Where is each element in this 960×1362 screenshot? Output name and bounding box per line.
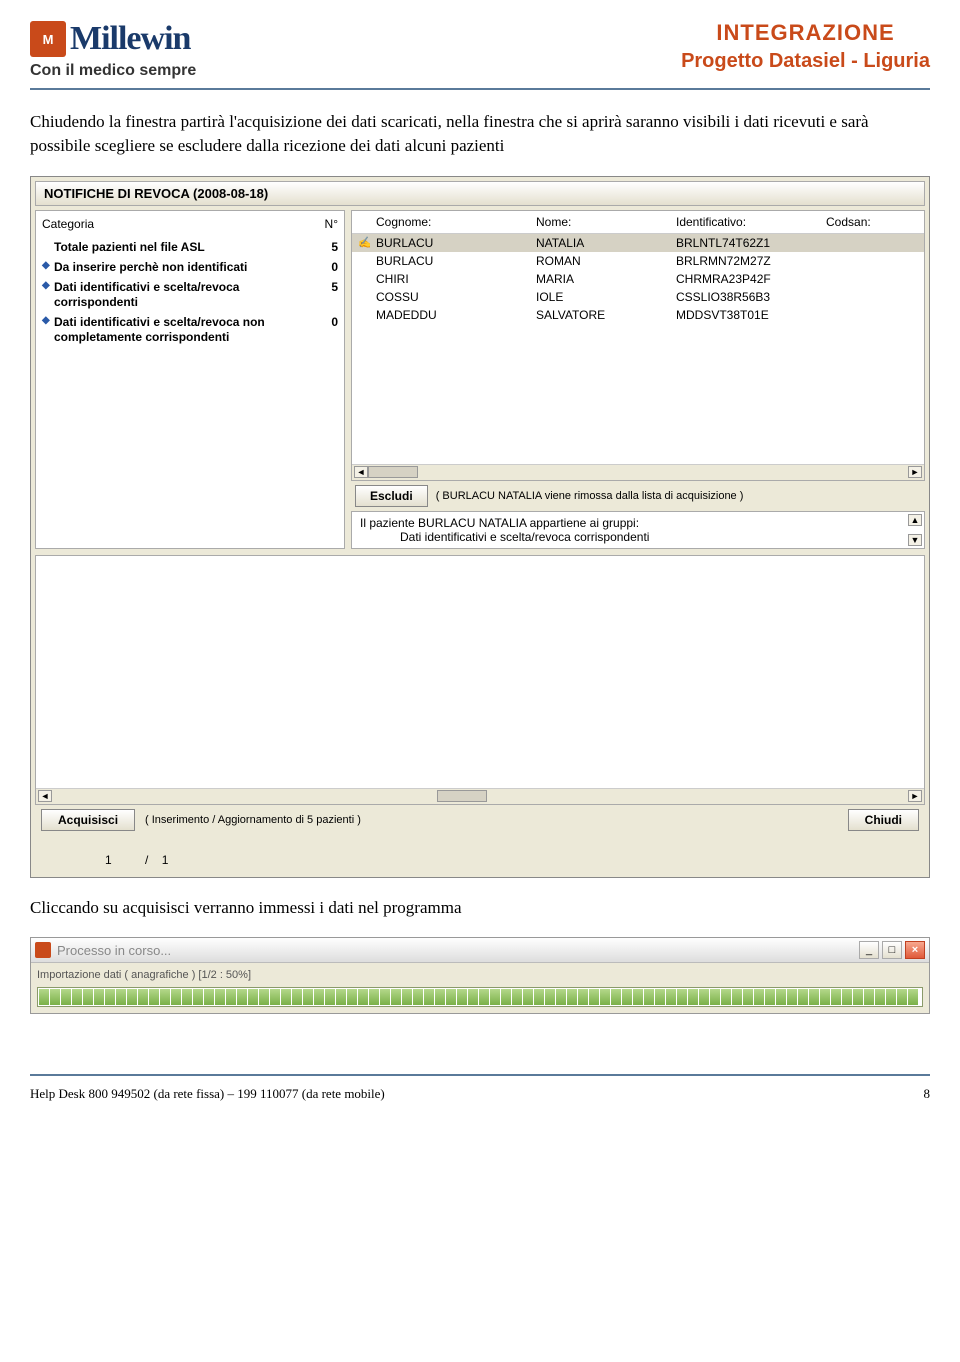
footer-helpdesk: Help Desk 800 949502 (da rete fissa) – 1…: [30, 1086, 385, 1102]
close-button[interactable]: ×: [905, 941, 925, 959]
patient-row[interactable]: CHIRIMARIACHRMRA23P42F: [352, 270, 924, 288]
cell-id: CHRMRA23P42F: [670, 270, 820, 288]
cell-codsan: [820, 306, 924, 324]
minimize-button[interactable]: _: [859, 941, 879, 959]
edit-icon: ✍: [352, 234, 370, 252]
cell-id: BRLRMN72M27Z: [670, 252, 820, 270]
scroll-thumb[interactable]: [368, 466, 418, 478]
cell-codsan: [820, 288, 924, 306]
edit-icon: [352, 306, 370, 324]
category-count: 5: [320, 280, 338, 294]
scroll-left-icon[interactable]: ◄: [354, 466, 368, 478]
patient-row[interactable]: ✍BURLACUNATALIABRLNTL74T62Z1: [352, 234, 924, 252]
page-header: M Millewin Con il medico sempre INTEGRAZ…: [30, 20, 930, 90]
acquisisci-note: ( Inserimento / Aggiornamento di 5 pazie…: [135, 814, 848, 826]
message-box: Il paziente BURLACU NATALIA appartiene a…: [351, 511, 925, 549]
col-identificativo: Identificativo:: [670, 211, 820, 233]
bullet-icon: ◆: [42, 315, 54, 326]
cell-cognome: COSSU: [370, 288, 530, 306]
page-total: 1: [162, 853, 169, 867]
header-title-2: Progetto Datasiel - Liguria: [681, 50, 930, 73]
tagline: Con il medico sempre: [30, 62, 196, 80]
cell-nome: NATALIA: [530, 234, 670, 252]
cell-id: MDDSVT38T01E: [670, 306, 820, 324]
page-footer: Help Desk 800 949502 (da rete fissa) – 1…: [30, 1074, 930, 1102]
category-row[interactable]: ◆Dati identificativi e scelta/revoca non…: [42, 312, 338, 347]
scroll-right-icon[interactable]: ►: [908, 466, 922, 478]
acquisisci-button[interactable]: Acquisisci: [41, 809, 135, 831]
bullet-icon: ◆: [42, 280, 54, 291]
escludi-note: ( BURLACU NATALIA viene rimossa dalla li…: [436, 490, 744, 502]
screenshot-notifiche: NOTIFICHE DI REVOCA (2008-08-18) Categor…: [30, 176, 930, 878]
paragraph-2: Cliccando su acquisisci verranno immessi…: [30, 896, 930, 920]
progress-bar: [37, 987, 923, 1007]
footer-page-number: 8: [924, 1086, 931, 1102]
progress-title: Processo in corso...: [57, 943, 171, 958]
cell-cognome: CHIRI: [370, 270, 530, 288]
col-codsan: Codsan:: [820, 211, 924, 233]
scroll-left-icon[interactable]: ◄: [38, 790, 52, 802]
chiudi-button[interactable]: Chiudi: [848, 809, 919, 831]
maximize-button[interactable]: □: [882, 941, 902, 959]
edit-icon: [352, 270, 370, 288]
logo: M Millewin: [30, 20, 196, 58]
progress-label: Importazione dati ( anagrafiche ) [1/2 :…: [37, 969, 923, 981]
scroll-right-icon[interactable]: ►: [908, 790, 922, 802]
cell-nome: MARIA: [530, 270, 670, 288]
progress-window: Processo in corso... _ □ × Importazione …: [30, 937, 930, 1014]
hscrollbar[interactable]: ◄ ►: [352, 464, 924, 480]
cell-cognome: BURLACU: [370, 252, 530, 270]
paragraph-1: Chiudendo la finestra partirà l'acquisiz…: [30, 110, 930, 158]
category-row[interactable]: Totale pazienti nel file ASL5: [42, 237, 338, 257]
col-n: N°: [325, 217, 338, 231]
cell-nome: IOLE: [530, 288, 670, 306]
message-line-1: Il paziente BURLACU NATALIA appartiene a…: [360, 516, 916, 530]
scroll-thumb[interactable]: [437, 790, 487, 802]
col-categoria: Categoria: [42, 217, 94, 231]
patient-row[interactable]: MADEDDUSALVATOREMDDSVT38T01E: [352, 306, 924, 324]
scroll-down-icon[interactable]: ▼: [908, 534, 922, 546]
col-cognome: Cognome:: [370, 211, 530, 233]
edit-icon: [352, 252, 370, 270]
category-label: Totale pazienti nel file ASL: [54, 240, 320, 254]
logo-icon: M: [30, 21, 66, 57]
cell-id: BRLNTL74T62Z1: [670, 234, 820, 252]
empty-panel: ◄ ►: [35, 555, 925, 805]
bullet-icon: ◆: [42, 260, 54, 271]
cell-cognome: BURLACU: [370, 234, 530, 252]
scroll-up-icon[interactable]: ▲: [908, 514, 922, 526]
category-panel: Categoria N° Totale pazienti nel file AS…: [35, 210, 345, 549]
hscrollbar-2[interactable]: ◄ ►: [36, 788, 924, 804]
message-line-2: Dati identificativi e scelta/revoca corr…: [360, 530, 916, 544]
cell-id: CSSLIO38R56B3: [670, 288, 820, 306]
patient-row[interactable]: COSSUIOLECSSLIO38R56B3: [352, 288, 924, 306]
app-icon: [35, 942, 51, 958]
cell-codsan: [820, 270, 924, 288]
col-nome: Nome:: [530, 211, 670, 233]
header-title-1: INTEGRAZIONE: [681, 20, 930, 46]
edit-icon: [352, 288, 370, 306]
cell-nome: SALVATORE: [530, 306, 670, 324]
patient-row[interactable]: BURLACUROMANBRLRMN72M27Z: [352, 252, 924, 270]
cell-cognome: MADEDDU: [370, 306, 530, 324]
page-counter: 1 / 1: [35, 835, 925, 873]
page-current: 1: [105, 853, 112, 867]
window-title: NOTIFICHE DI REVOCA (2008-08-18): [35, 181, 925, 206]
category-count: 5: [320, 240, 338, 254]
category-count: 0: [320, 260, 338, 274]
category-row[interactable]: ◆Dati identificativi e scelta/revoca cor…: [42, 277, 338, 312]
patient-table: Cognome: Nome: Identificativo: Codsan: ✍…: [351, 210, 925, 481]
category-row[interactable]: ◆Da inserire perchè non identificati0: [42, 257, 338, 277]
category-label: Da inserire perchè non identificati: [54, 260, 320, 274]
category-label: Dati identificativi e scelta/revoca non …: [54, 315, 320, 344]
cell-codsan: [820, 252, 924, 270]
category-count: 0: [320, 315, 338, 329]
category-label: Dati identificativi e scelta/revoca corr…: [54, 280, 320, 309]
escludi-button[interactable]: Escludi: [355, 485, 428, 507]
page-sep: /: [145, 853, 148, 867]
cell-nome: ROMAN: [530, 252, 670, 270]
logo-text: Millewin: [70, 20, 190, 58]
cell-codsan: [820, 234, 924, 252]
